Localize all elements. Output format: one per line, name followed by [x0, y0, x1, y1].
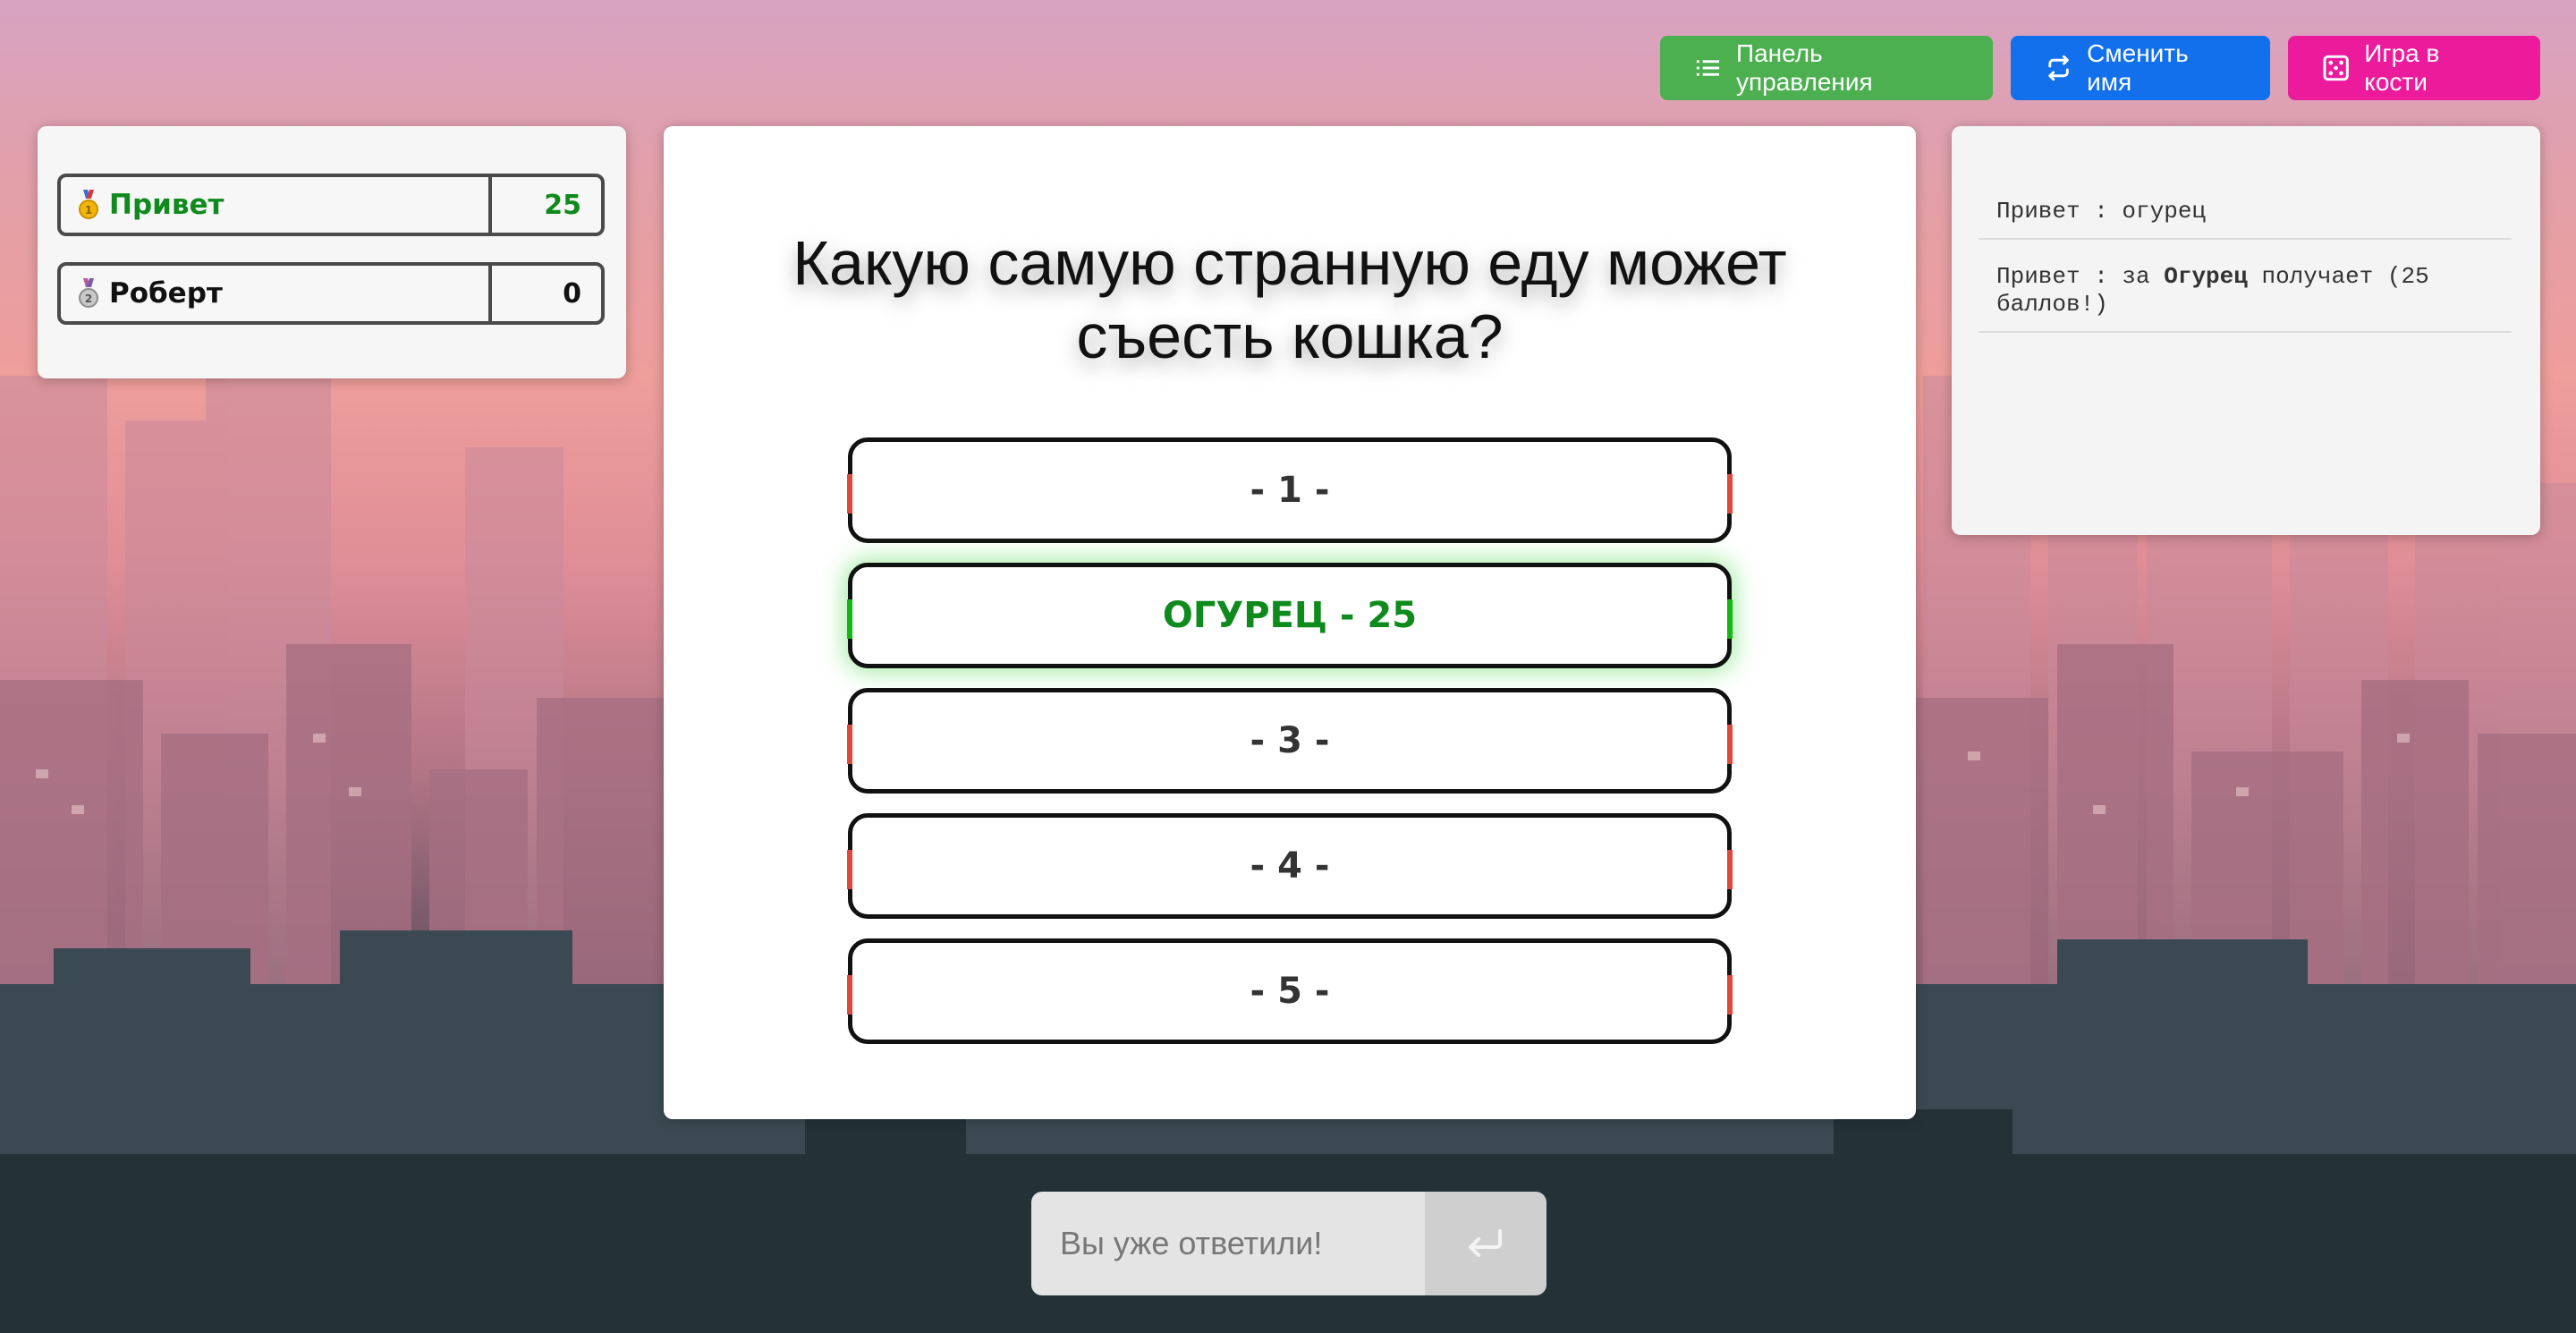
dice-icon [2323, 55, 2349, 81]
answer-form [1031, 1192, 1546, 1295]
control-panel-label: Панель управления [1735, 39, 1873, 96]
player-name: Привет [109, 189, 225, 221]
change-name-label: Сменить имя [2087, 39, 2189, 96]
svg-text:2: 2 [85, 293, 92, 305]
dice-game-label: Игра в кости [2364, 39, 2440, 96]
player-name: Роберт [109, 277, 223, 310]
scoreboard-row: 1 Привет 25 [57, 174, 605, 236]
answer-slot-4: - 4 - [847, 813, 1733, 919]
silver-medal-icon: 2 [79, 278, 98, 308]
svg-text:1: 1 [85, 204, 92, 217]
question-text: Какую самую странную еду может съесть ко… [792, 228, 1787, 371]
dice-game-button[interactable]: Игра в кости [2288, 36, 2540, 100]
answer-input[interactable] [1031, 1192, 1425, 1295]
control-panel-button[interactable]: Панель управления [1660, 36, 1993, 100]
activity-log-panel: Привет : огурец Привет : за Огурец получ… [1952, 126, 2540, 535]
scoreboard-panel: 1 Привет 25 2 Роберт 0 [38, 126, 626, 378]
scoreboard-row: 2 Роберт 0 [57, 262, 605, 325]
answer-slot-5: - 5 - [847, 938, 1733, 1044]
question-card: Какую самую странную еду может съесть ко… [664, 126, 1916, 1119]
submit-answer-button[interactable] [1425, 1192, 1546, 1295]
player-score: 25 [488, 177, 601, 233]
log-entry: Привет : огурец [1979, 198, 2512, 240]
player-score: 0 [488, 266, 601, 321]
swap-arrows-icon [2048, 55, 2069, 81]
answer-slot-3: - 3 - [847, 688, 1733, 794]
top-toolbar: Панель управления Сменить имя Игра в кос… [1660, 36, 2540, 100]
enter-arrow-icon [1469, 1229, 1502, 1257]
list-icon [1696, 60, 1720, 76]
log-entry: Привет : за Огурец получает (25 баллов!) [1979, 263, 2512, 333]
change-name-button[interactable]: Сменить имя [2011, 36, 2270, 100]
answer-slot-2: ОГУРЕЦ - 25 [847, 563, 1733, 668]
answer-slot-1: - 1 - [847, 437, 1733, 543]
gold-medal-icon: 1 [79, 190, 98, 219]
